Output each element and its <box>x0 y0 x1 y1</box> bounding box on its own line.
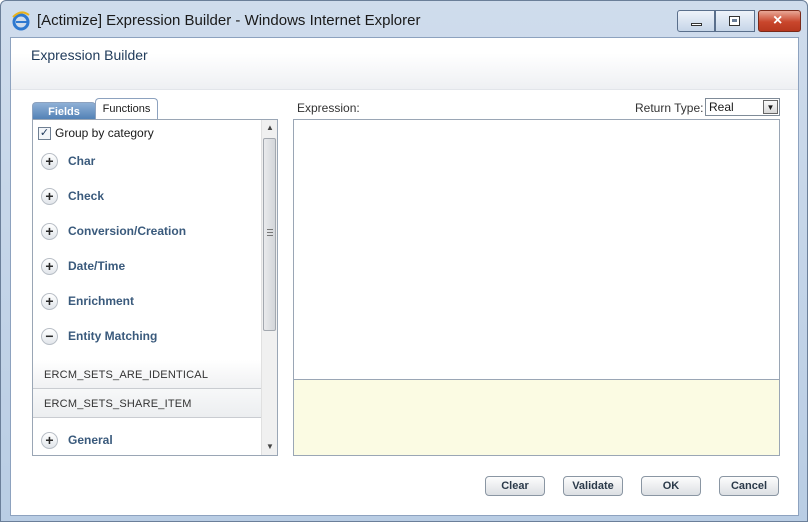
group-by-category-label: Group by category <box>55 126 154 140</box>
window-title: [Actimize] Expression Builder - Windows … <box>37 12 421 29</box>
expand-icon[interactable]: + <box>41 152 58 170</box>
category-char[interactable]: + Char <box>41 151 95 171</box>
expression-label: Expression: <box>297 101 360 115</box>
group-by-category-checkbox[interactable]: ✓ <box>38 126 51 140</box>
minimize-icon <box>691 23 702 26</box>
scroll-thumb[interactable] <box>263 138 276 331</box>
expression-editor[interactable] <box>293 119 780 380</box>
function-item[interactable]: ERCM_SETS_SHARE_ITEM <box>33 389 261 418</box>
category-check[interactable]: + Check <box>41 186 104 206</box>
ok-button[interactable]: OK <box>641 476 701 496</box>
return-type-value: Real <box>709 100 734 114</box>
tab-fields[interactable]: Fields <box>32 102 96 120</box>
scroll-up-arrow-icon[interactable]: ▲ <box>262 120 277 136</box>
category-label: Entity Matching <box>68 329 158 343</box>
category-label: Char <box>68 154 96 168</box>
validate-button[interactable]: Validate <box>563 476 623 496</box>
expand-icon[interactable]: + <box>41 187 58 205</box>
category-entity-matching[interactable]: − Entity Matching <box>41 326 157 346</box>
category-enrichment[interactable]: + Enrichment <box>41 291 134 311</box>
scroll-down-arrow-icon[interactable]: ▼ <box>262 439 277 455</box>
expand-icon[interactable]: + <box>41 222 58 240</box>
collapse-icon[interactable]: − <box>41 327 58 345</box>
return-type-label: Return Type: <box>635 101 704 115</box>
page-title: Expression Builder <box>31 47 148 63</box>
tab-functions[interactable]: Functions <box>95 98 158 120</box>
browser-window: [Actimize] Expression Builder - Windows … <box>0 0 808 522</box>
expand-icon[interactable]: + <box>41 431 58 449</box>
header-band: Expression Builder <box>11 38 798 90</box>
category-label: Date/Time <box>68 259 126 273</box>
ie-icon <box>12 11 30 31</box>
expand-icon[interactable]: + <box>41 292 58 310</box>
category-conversion-creation[interactable]: + Conversion/Creation <box>41 221 186 241</box>
close-button[interactable]: × <box>758 10 801 32</box>
return-type-select[interactable]: Real ▼ <box>705 98 780 116</box>
grip-icon <box>267 229 273 236</box>
dialog-content: Expression Builder Fields Functions ✓ Gr… <box>10 37 799 516</box>
close-icon: × <box>773 12 783 29</box>
clear-button[interactable]: Clear <box>485 476 545 496</box>
expand-icon[interactable]: + <box>41 257 58 275</box>
category-label: Enrichment <box>68 294 135 308</box>
category-label: Check <box>68 189 105 203</box>
title-bar: [Actimize] Expression Builder - Windows … <box>1 1 807 37</box>
category-label: General <box>68 433 113 447</box>
maximize-button[interactable] <box>715 10 755 32</box>
function-item[interactable]: ERCM_SETS_ARE_IDENTICAL <box>33 360 261 389</box>
category-date-time[interactable]: + Date/Time <box>41 256 125 276</box>
group-by-category-row[interactable]: ✓ Group by category <box>38 125 154 141</box>
category-general[interactable]: + General <box>41 430 113 450</box>
maximize-icon <box>729 16 740 26</box>
functions-scrollbar[interactable]: ▲ ▼ <box>261 120 277 455</box>
functions-panel: ✓ Group by category + Char + Check + Con… <box>32 119 278 456</box>
validation-message-area <box>293 379 780 456</box>
minimize-button[interactable] <box>677 10 715 32</box>
category-label: Conversion/Creation <box>68 224 187 238</box>
cancel-button[interactable]: Cancel <box>719 476 779 496</box>
chevron-down-icon[interactable]: ▼ <box>763 100 778 114</box>
